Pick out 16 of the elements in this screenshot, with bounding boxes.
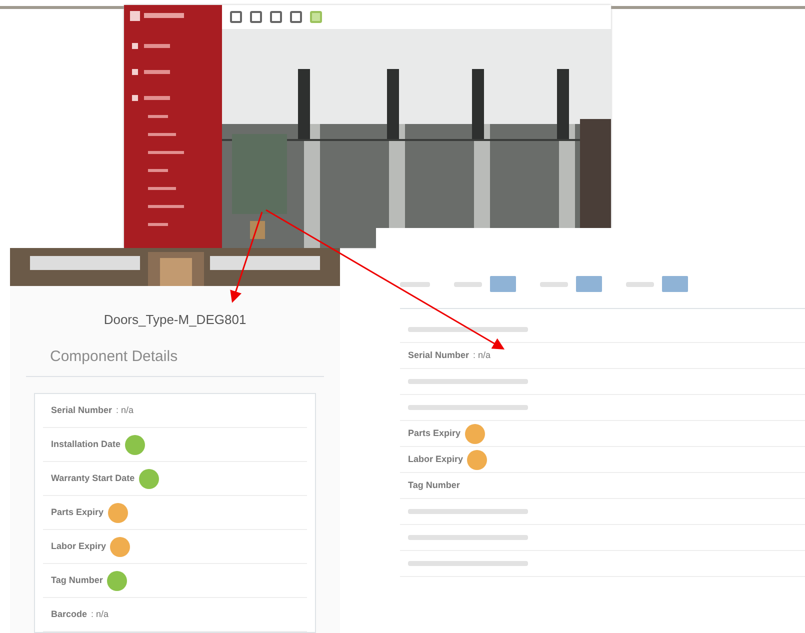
section-heading: Component Details [26, 330, 324, 377]
field-value: : n/a [116, 404, 134, 417]
field-label: Labor Expiry [408, 452, 464, 466]
field-label: Parts Expiry [51, 506, 104, 519]
component-title: Doors_Type-M_DEG801 [102, 311, 248, 329]
field-label: Labor Expiry [51, 540, 106, 553]
field-value: : n/a [91, 608, 109, 621]
field-label: Warranty Start Date [51, 472, 135, 485]
field-label: Parts Expiry [408, 426, 461, 440]
field-label: Tag Number [408, 478, 460, 492]
field-value: : n/a [473, 348, 491, 362]
field-label: Barcode [51, 608, 88, 621]
field-label: Serial Number [51, 404, 112, 417]
field-label: Serial Number [408, 348, 470, 362]
field-label: Tag Number [51, 574, 103, 587]
field-label: Installation Date [51, 438, 121, 451]
